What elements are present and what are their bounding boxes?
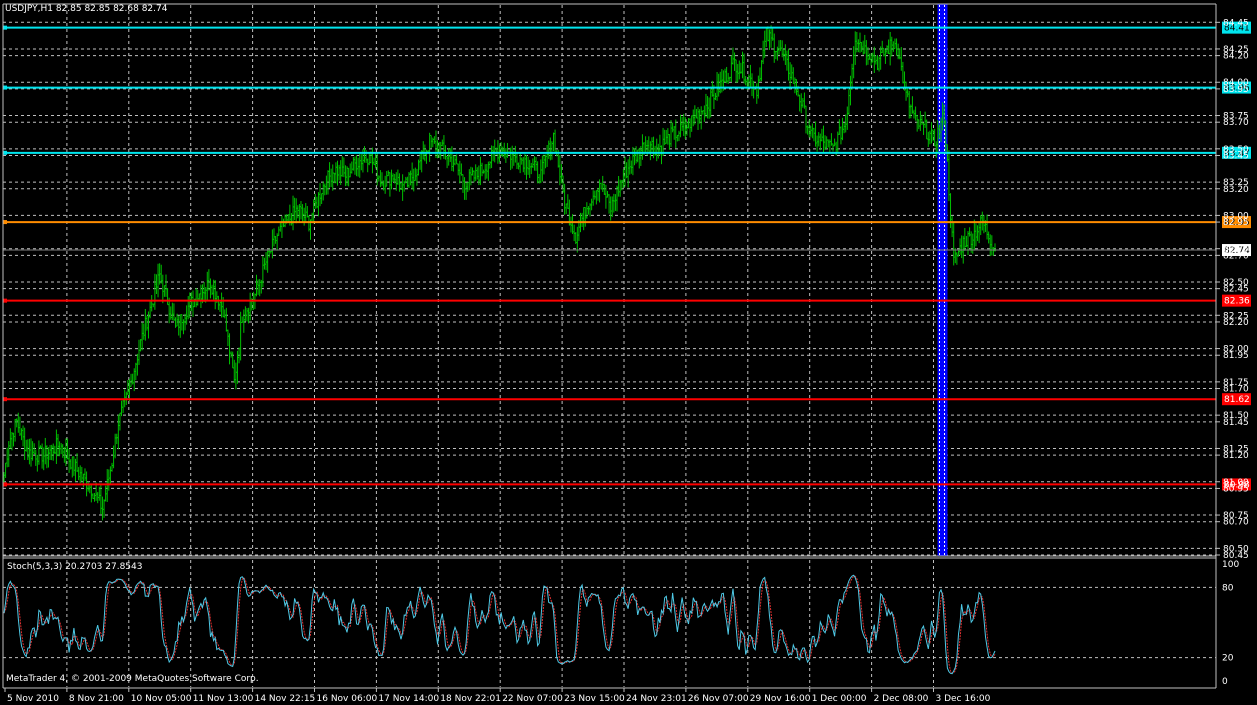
stoch-tick-label: 100 [1222,560,1239,570]
level-anchor [3,85,7,90]
level-anchor [3,150,7,155]
time-label: 3 Dec 16:00 [936,694,991,704]
price-label: 81.70 [1223,385,1249,395]
price-label: 81.95 [1223,351,1249,361]
price-label: 82.70 [1223,251,1249,261]
time-label: 17 Nov 14:00 [378,694,439,704]
time-label: 26 Nov 07:00 [688,694,749,704]
chart-window[interactable]: 84.41 83.96 83.47 82.95 82.36 81.62 80.98 82.74… [0,0,1257,705]
price-label: 84.45 [1223,18,1249,28]
chart-canvas[interactable]: 84.4183.9683.4782.9582.3681.6280.9882.74… [0,0,1257,705]
time-label: 22 Nov 07:00 [502,694,563,704]
stoch-tick-label: 0 [1222,677,1228,687]
time-label: 23 Nov 15:00 [564,694,625,704]
time-label: 8 Nov 21:00 [69,694,124,704]
price-label: 81.20 [1223,451,1249,461]
time-label: 18 Nov 22:01 [440,694,501,704]
price-label: 81.45 [1223,418,1249,428]
price-label: 82.20 [1223,318,1249,328]
stoch-info: Stoch(5,3,3) 20.2703 27.8543 [7,562,143,572]
price-label: 83.70 [1223,118,1249,128]
time-label: 24 Nov 23:01 [626,694,687,704]
time-label: 10 Nov 05:00 [131,694,192,704]
level-anchor [3,482,7,487]
price-label: 80.95 [1223,484,1249,494]
level-anchor [3,220,7,225]
symbol-info: USDJPY,H1 82.85 82.85 82.68 82.74 [5,4,168,14]
level-anchor [3,25,7,30]
price-label: 83.45 [1223,151,1249,161]
price-label: 84.20 [1223,52,1249,62]
time-label: 11 Nov 13:00 [193,694,254,704]
time-label: 1 Dec 00:00 [812,694,867,704]
level-anchor [3,298,7,303]
time-label: 16 Nov 06:00 [317,694,378,704]
price-label: 80.70 [1223,518,1249,528]
price-label: 82.95 [1223,218,1249,228]
time-label: 5 Nov 2010 [7,694,59,704]
price-label: 83.95 [1223,85,1249,95]
level-price-label: 82.36 [1224,297,1250,307]
time-label: 14 Nov 22:15 [255,694,316,704]
time-label: 29 Nov 16:00 [750,694,811,704]
stoch-tick-label: 20 [1222,654,1234,664]
level-price-label: 81.62 [1224,395,1250,405]
stoch-tick-label: 80 [1222,583,1234,593]
price-label: 82.45 [1223,285,1249,295]
price-label: 83.20 [1223,185,1249,195]
level-anchor [3,397,7,402]
time-label: 2 Dec 08:00 [874,694,929,704]
copyright-text: MetaTrader 4, © 2001-2009 MetaQuotes Sof… [6,674,259,684]
